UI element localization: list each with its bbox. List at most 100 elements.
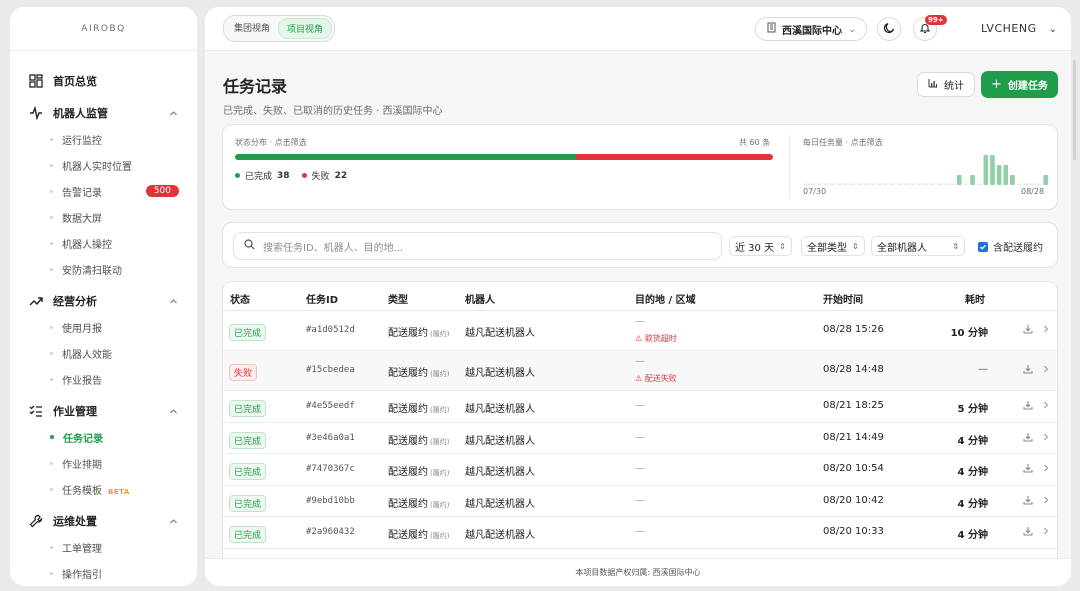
daily-task-chart[interactable] (803, 149, 1049, 185)
date-range-select[interactable]: 近 30 天 ⇕ (729, 236, 792, 256)
table-row[interactable]: 已完成 #4e55eedf 配送履约 (履约) 越凡配送机器人 — 08/21 1… (223, 391, 1057, 423)
chevron-right-icon[interactable] (1042, 432, 1050, 445)
project-selector[interactable]: 西溪国际中心 ⌄ (755, 17, 868, 41)
sidebar-group-4[interactable]: 运维处置 (10, 508, 197, 534)
sidebar-group-3[interactable]: 作业管理 (10, 398, 197, 424)
sidebar-item[interactable]: 运行监控 (10, 126, 197, 152)
sidebar-item[interactable]: 机器人效能 (10, 340, 197, 366)
daily-bar[interactable] (990, 155, 995, 185)
sidebar-item[interactable]: 机器人操控 (10, 230, 197, 256)
sidebar-item[interactable]: 使用月报 (10, 314, 197, 340)
daily-bar[interactable] (837, 183, 842, 185)
daily-bar[interactable] (923, 183, 929, 185)
download-icon[interactable] (1023, 324, 1033, 337)
chevron-right-icon[interactable] (1042, 495, 1050, 508)
sidebar-item[interactable]: 任务模板 BETA (10, 476, 197, 502)
daily-bar[interactable] (976, 183, 982, 185)
sidebar-item[interactable]: 安防清扫联动 (10, 256, 197, 282)
table-row[interactable]: 已完成 #9ebd10bb 配送履约 (履约) 越凡配送机器人 — 08/20 1… (223, 486, 1057, 517)
chevron-right-icon[interactable] (1042, 364, 1050, 377)
daily-bar[interactable] (917, 183, 922, 185)
theme-toggle-button[interactable] (877, 17, 901, 41)
download-icon[interactable] (1023, 526, 1033, 539)
create-task-button[interactable]: + 创建任务 (981, 71, 1058, 98)
daily-bar[interactable] (910, 183, 916, 185)
daily-bar[interactable] (890, 183, 896, 185)
daily-bar[interactable] (810, 183, 816, 185)
status-bar[interactable] (235, 154, 773, 160)
chevron-right-icon[interactable] (1042, 324, 1050, 337)
table-row[interactable]: 已完成 #2a960432 配送履约 (履约) 越凡配送机器人 — 08/20 1… (223, 517, 1057, 549)
daily-bar[interactable] (936, 183, 942, 185)
daily-bar[interactable] (943, 183, 949, 185)
table-row[interactable]: 已完成 #3e46a0a1 配送履约 (履约) 越凡配送机器人 — 08/21 1… (223, 423, 1057, 454)
daily-bar[interactable] (804, 183, 809, 185)
table-row[interactable]: 已完成 #a1d0512d 配送履约 (履约) 越凡配送机器人 — ⚠ 取货超时 … (223, 311, 1057, 351)
daily-bar[interactable] (903, 183, 909, 185)
daily-bar[interactable] (877, 183, 882, 185)
daily-bar[interactable] (983, 155, 989, 185)
daily-bar[interactable] (830, 183, 836, 185)
view-group-tab[interactable]: 集团视角 (226, 18, 278, 39)
daily-bar[interactable] (1030, 183, 1035, 185)
view-project-tab[interactable]: 项目视角 (278, 18, 333, 39)
chevron-right-icon[interactable] (1042, 400, 1050, 413)
download-icon[interactable] (1023, 400, 1033, 413)
status-bar-fail[interactable] (575, 154, 773, 160)
daily-bar[interactable] (1003, 165, 1009, 185)
daily-bar[interactable] (1016, 183, 1022, 185)
sidebar-item[interactable]: 操作指引 (10, 560, 197, 586)
sidebar-item[interactable]: 作业排期 (10, 450, 197, 476)
sidebar-group-1[interactable]: 机器人监管 (10, 100, 197, 126)
daily-bar[interactable] (970, 175, 975, 185)
daily-bar[interactable] (870, 183, 876, 185)
sidebar-group-2[interactable]: 经营分析 (10, 288, 197, 314)
type-select[interactable]: 全部类型 ⇕ (801, 236, 865, 256)
page-scrollbar[interactable] (1073, 60, 1076, 160)
daily-bar[interactable] (1043, 175, 1048, 185)
sidebar-item[interactable]: 机器人实时位置 (10, 152, 197, 178)
daily-bar[interactable] (930, 183, 935, 185)
daily-bar[interactable] (956, 175, 962, 185)
daily-bar[interactable] (996, 165, 1002, 185)
user-menu[interactable]: LVCHENG ⌄ (981, 22, 1058, 35)
sidebar-item[interactable]: 告警记录 500 (10, 178, 197, 204)
daily-bar[interactable] (850, 183, 856, 185)
download-icon[interactable] (1023, 463, 1033, 476)
daily-bar[interactable] (857, 183, 862, 185)
download-icon[interactable] (1023, 364, 1033, 377)
daily-bar[interactable] (843, 183, 849, 185)
sidebar-item[interactable]: 任务记录 (10, 424, 197, 450)
stats-button[interactable]: 统计 (917, 72, 975, 97)
sidebar-group-0[interactable]: 首页总览 (10, 68, 197, 94)
daily-bar[interactable] (963, 183, 969, 185)
legend-fail-label[interactable]: 失败 (312, 169, 330, 182)
table-row[interactable]: 已完成 #7470367c 配送履约 (履约) 越凡配送机器人 — 08/20 1… (223, 454, 1057, 486)
include-delivery-checkbox[interactable]: 含配送履约 (978, 239, 1043, 254)
daily-bar[interactable] (897, 183, 902, 185)
sidebar-item-label: 作业报告 (62, 372, 179, 387)
robot-select[interactable]: 全部机器人 ⇕ (871, 236, 965, 256)
legend-done-label[interactable]: 已完成 (245, 169, 272, 182)
daily-bar[interactable] (863, 183, 869, 185)
sidebar-item[interactable]: 工单管理 (10, 534, 197, 560)
daily-bar[interactable] (950, 183, 955, 185)
sidebar-item[interactable]: 作业报告 (10, 366, 197, 392)
sidebar-item[interactable]: 数据大屏 (10, 204, 197, 230)
status-badge: 已完成 (229, 494, 267, 512)
chevron-right-icon[interactable] (1042, 463, 1050, 476)
daily-bar[interactable] (1023, 183, 1029, 185)
daily-bar[interactable] (1010, 175, 1015, 185)
project-name: 西溪国际中心 (782, 25, 842, 37)
daily-bar[interactable] (1036, 183, 1042, 185)
daily-bar[interactable] (817, 183, 822, 185)
daily-bar[interactable] (883, 183, 889, 185)
download-icon[interactable] (1023, 495, 1033, 508)
sidebar-item-text: 数据大屏 (62, 213, 102, 225)
status-bar-done[interactable] (235, 154, 576, 160)
chevron-right-icon[interactable] (1042, 526, 1050, 539)
search-input[interactable]: 搜索任务ID、机器人、目的地... (233, 232, 722, 260)
table-row[interactable]: 失败 #15cbedea 配送履约 (履约) 越凡配送机器人 — ⚠ 配送失败 0… (223, 351, 1057, 391)
download-icon[interactable] (1023, 432, 1033, 445)
daily-bar[interactable] (823, 183, 829, 185)
